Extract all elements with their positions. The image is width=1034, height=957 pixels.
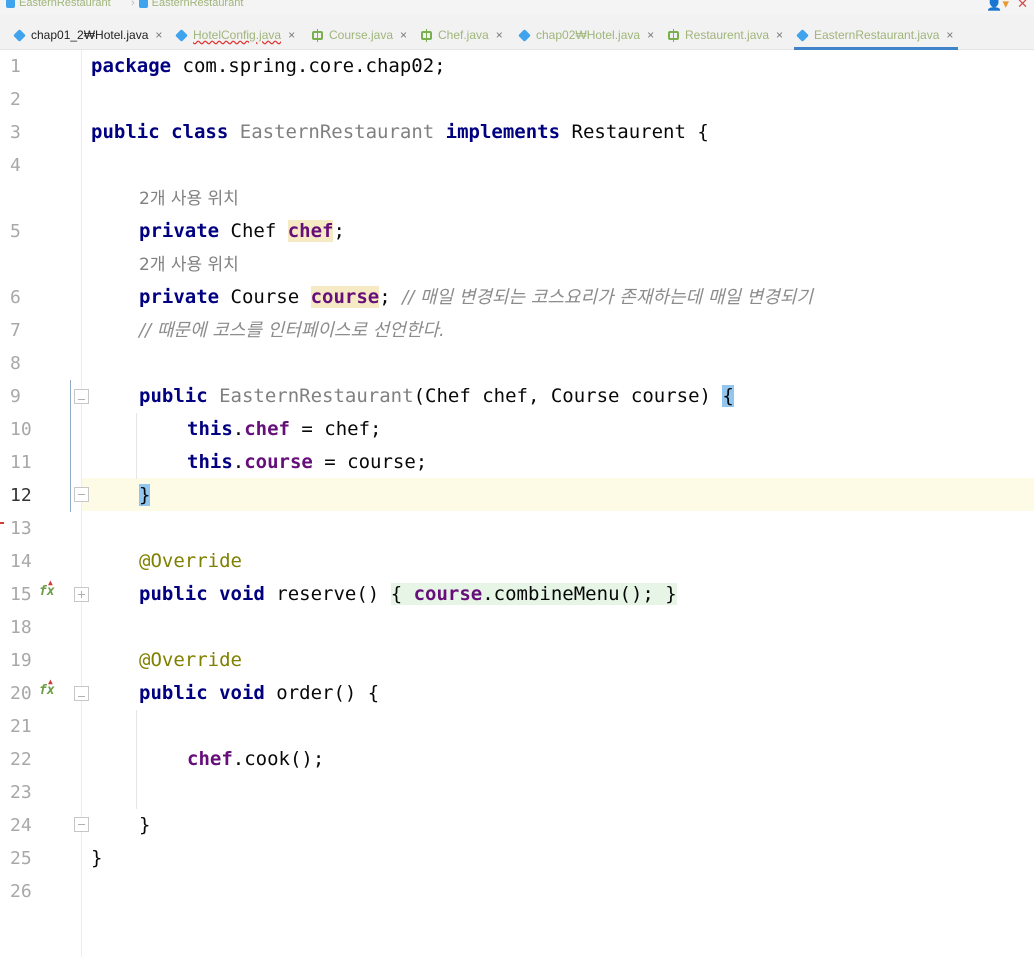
code-line-7[interactable]: // 때문에 코스를 인터페이스로 선언한다. xyxy=(139,314,445,347)
implements-method-icon[interactable]: fx xyxy=(39,677,55,698)
code-line-15[interactable]: public void reserve() { course.combineMe… xyxy=(139,578,677,611)
folded-region[interactable]: { course.combineMenu(); } xyxy=(390,583,677,605)
interface-icon xyxy=(668,28,679,42)
fold-collapse-icon[interactable] xyxy=(74,389,89,404)
tab-chap01-hotel[interactable]: chap01_2₩Hotel.java × xyxy=(13,22,162,48)
code-line-6[interactable]: private Course course; // 매일 변경되는 코스요리가 … xyxy=(139,281,813,314)
tab-close-icon[interactable]: × xyxy=(288,28,295,42)
line-number: 2 xyxy=(10,89,21,110)
tab-chef[interactable]: Chef.java × xyxy=(421,22,503,48)
line-number: 14 xyxy=(10,551,32,572)
line-number: 18 xyxy=(10,617,32,638)
code-line-25[interactable]: } xyxy=(91,842,102,875)
indent-guide xyxy=(136,710,137,809)
line-number: 23 xyxy=(10,782,32,803)
java-class-icon xyxy=(518,28,531,42)
interface-icon xyxy=(312,28,323,42)
line-number: 6 xyxy=(10,287,21,308)
tab-close-icon[interactable]: × xyxy=(946,28,953,42)
indent-guide xyxy=(136,413,137,479)
line-number: 3 xyxy=(10,122,21,143)
line-number: 9 xyxy=(10,386,21,407)
editor-tab-bar: chap01_2₩Hotel.java × HotelConfig.java ×… xyxy=(0,14,1034,50)
tab-close-icon[interactable]: × xyxy=(155,28,162,42)
line-number: 22 xyxy=(10,749,32,770)
implements-method-icon[interactable]: fx xyxy=(39,578,55,599)
line-number: 8 xyxy=(10,353,21,374)
tab-close-icon[interactable]: × xyxy=(647,28,654,42)
code-line-11[interactable]: this.course = course; xyxy=(187,446,427,479)
interface-icon xyxy=(421,28,432,42)
code-line-9[interactable]: public EasternRestaurant(Chef chef, Cour… xyxy=(139,380,734,413)
fold-expand-icon[interactable] xyxy=(74,587,89,602)
line-number: 26 xyxy=(10,881,32,902)
code-line-10[interactable]: this.chef = chef; xyxy=(187,413,382,446)
tab-close-icon[interactable]: × xyxy=(776,28,783,42)
current-line-highlight xyxy=(82,478,1034,511)
line-number: 24 xyxy=(10,815,32,836)
breadcrumb-separator-icon: › xyxy=(131,0,135,9)
line-number: 1 xyxy=(10,56,21,77)
line-number: 4 xyxy=(10,155,21,176)
tab-course[interactable]: Course.java × xyxy=(312,22,407,48)
code-editor[interactable]: 1 2 3 4 5 6 7 8 9 10 11 12 13 14 15 18 1… xyxy=(0,50,1034,957)
tab-easternrestaurant[interactable]: EasternRestaurant.java × xyxy=(793,22,959,50)
code-line-5[interactable]: private Chef chef; xyxy=(139,215,345,248)
fold-end-icon[interactable] xyxy=(74,817,89,832)
code-line-3[interactable]: public class EasternRestaurant implement… xyxy=(91,116,709,149)
java-class-icon xyxy=(175,28,188,42)
code-line-24[interactable]: } xyxy=(139,809,150,842)
line-number: 11 xyxy=(10,452,32,473)
tab-restaurent[interactable]: Restaurent.java × xyxy=(668,22,783,48)
code-line-1[interactable]: package com.spring.core.chap02; xyxy=(91,50,446,83)
tab-close-icon[interactable]: × xyxy=(400,28,407,42)
error-stripe-mark xyxy=(0,522,4,524)
code-line-19[interactable]: @Override xyxy=(139,644,242,677)
line-number: 10 xyxy=(10,419,32,440)
line-number: 25 xyxy=(10,848,32,869)
toolbar-corner: 👤▾ ✕ xyxy=(986,0,1028,12)
line-number: 15 xyxy=(10,584,32,605)
code-line-20[interactable]: public void order() { xyxy=(139,677,379,710)
usages-hint[interactable]: 2개 사용 위치 xyxy=(139,182,239,215)
code-line-14[interactable]: @Override xyxy=(139,545,242,578)
line-number: 13 xyxy=(10,518,32,539)
fold-collapse-icon[interactable] xyxy=(74,686,89,701)
usages-hint[interactable]: 2개 사용 위치 xyxy=(139,248,239,281)
code-line-22[interactable]: chef.cook(); xyxy=(187,743,324,776)
line-number: 19 xyxy=(10,650,32,671)
change-marker[interactable] xyxy=(70,380,71,512)
breadcrumb-item-constructor[interactable]: › EasternRestaurant xyxy=(131,0,243,10)
java-class-icon xyxy=(138,0,148,8)
java-class-icon xyxy=(796,28,809,42)
breadcrumb: EasternRestaurant › EasternRestaurant 👤▾… xyxy=(0,0,1034,14)
line-number: 7 xyxy=(10,320,21,341)
line-number: 5 xyxy=(10,221,21,242)
line-number: 20 xyxy=(10,683,32,704)
tab-chap02-hotel[interactable]: chap02₩Hotel.java × xyxy=(518,22,654,48)
user-icon[interactable]: 👤▾ xyxy=(986,0,1009,12)
java-class-icon xyxy=(13,28,26,42)
line-number: 21 xyxy=(10,716,32,737)
java-class-icon xyxy=(6,0,15,8)
line-number-current: 12 xyxy=(10,485,32,506)
tab-close-icon[interactable]: × xyxy=(496,28,503,42)
breadcrumb-item-class[interactable]: EasternRestaurant xyxy=(6,0,111,10)
code-line-12[interactable]: } xyxy=(139,479,151,512)
fold-end-icon[interactable] xyxy=(74,487,89,502)
line-number-gutter[interactable]: 1 2 3 4 5 6 7 8 9 10 11 12 13 14 15 18 1… xyxy=(0,50,82,957)
tab-hotelconfig[interactable]: HotelConfig.java × xyxy=(175,22,295,48)
close-icon[interactable]: ✕ xyxy=(1017,0,1028,12)
